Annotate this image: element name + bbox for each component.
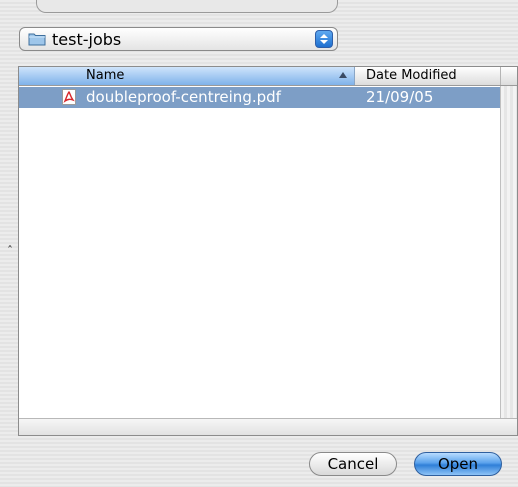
caret-icon: ˆ	[7, 244, 13, 258]
vertical-scrollbar[interactable]	[500, 86, 517, 418]
column-header: Name Date Modified	[19, 67, 517, 86]
open-button[interactable]: Open	[414, 452, 502, 476]
pdf-file-icon	[61, 89, 77, 105]
column-name-label: Name	[86, 68, 125, 83]
folder-name: test-jobs	[52, 29, 122, 49]
folder-location-popup[interactable]: test-jobs	[19, 27, 338, 51]
column-header-name[interactable]: Name	[19, 67, 355, 85]
updown-arrows-icon[interactable]	[315, 30, 333, 48]
file-name: doubleproof-centreing.pdf	[86, 88, 281, 106]
file-browser: Name Date Modified doubleproof-centreing…	[18, 66, 518, 436]
file-date-modified: 21/09/05	[366, 88, 434, 106]
column-header-date-modified[interactable]: Date Modified	[355, 67, 501, 85]
dialog-top-edge	[36, 0, 338, 13]
folder-icon	[28, 32, 46, 46]
column-date-label: Date Modified	[366, 68, 457, 83]
file-list: doubleproof-centreing.pdf 21/09/05	[19, 86, 500, 418]
cancel-button[interactable]: Cancel	[309, 452, 397, 476]
file-row[interactable]: doubleproof-centreing.pdf 21/09/05	[19, 87, 500, 108]
horizontal-scrollbar[interactable]	[19, 418, 517, 435]
sort-ascending-icon	[339, 72, 347, 78]
